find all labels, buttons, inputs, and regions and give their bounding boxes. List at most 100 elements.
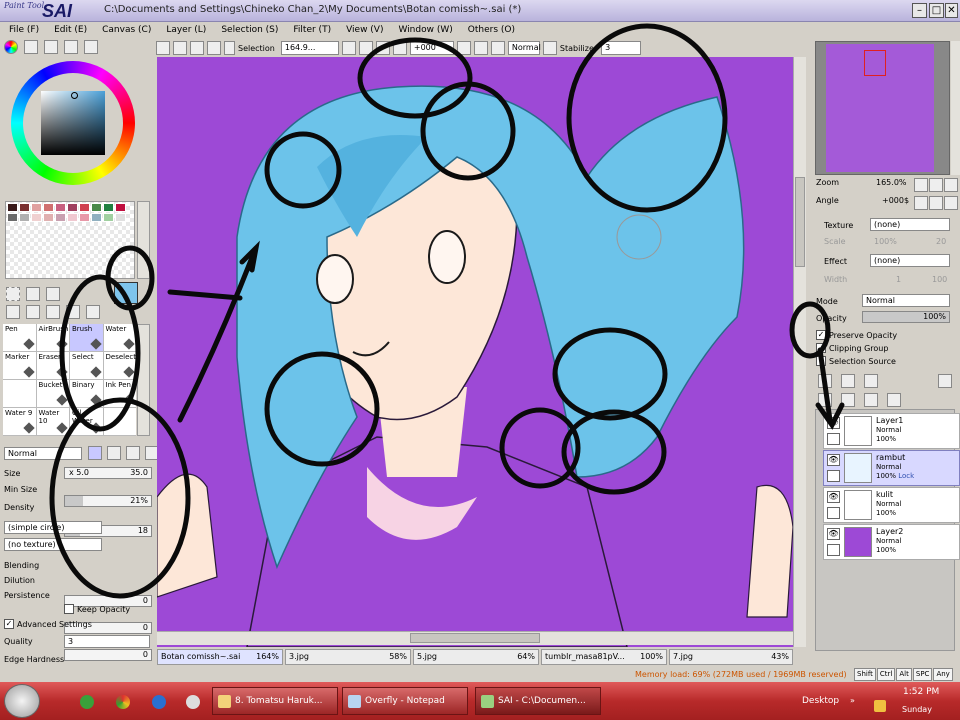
task-media-player[interactable]: 8. Tomatsu Haruk... [212,687,338,715]
vertical-scroll-thumb[interactable] [795,177,805,267]
brush-mode-select[interactable]: Normal [4,447,82,460]
nav-rotate-reset-icon[interactable] [944,196,958,210]
color-swatch[interactable] [19,203,30,212]
navigator-scrollbar[interactable] [951,41,960,175]
document-tab[interactable]: Botan comissh~.sai 164% [157,649,283,665]
nav-rotate-left-icon[interactable] [914,196,928,210]
color-picker-handle[interactable] [71,92,78,99]
brush-tool-slot[interactable]: Deselect [103,352,136,379]
edge-medium-icon[interactable] [107,446,121,460]
zoom-field[interactable]: 164.9... [280,41,339,55]
color-wheel[interactable] [11,61,135,185]
document-tab[interactable]: 5.jpg 64% [413,649,539,665]
layer-select-checkbox[interactable] [827,544,840,556]
stabilizer-select[interactable]: 3 [601,41,642,55]
canvas-horizontal-scrollbar[interactable] [157,631,793,645]
new-linework-layer-icon[interactable] [841,374,855,388]
rotate-left-icon[interactable] [456,41,471,55]
saturation-value-square[interactable] [41,91,105,155]
quicklaunch-icon[interactable] [186,695,200,709]
texture-select[interactable]: (none) [870,218,950,231]
preserve-opacity-checkbox[interactable]: ✓ [816,330,826,340]
advanced-checkbox[interactable]: ✓ [4,619,14,629]
layer-select-checkbox[interactable] [827,507,840,519]
modifier-key[interactable]: Shift [854,668,876,681]
merge-down-icon[interactable] [841,393,855,407]
blend-mode-field[interactable]: Normal [507,41,541,55]
effect-select[interactable]: (none) [870,254,950,267]
chrome-icon[interactable] [116,695,130,709]
transfer-down-icon[interactable] [818,393,832,407]
swatches-tab-icon[interactable] [64,40,78,54]
selection-checkbox[interactable] [224,41,235,55]
hsv-slider-tab-icon[interactable] [44,40,58,54]
tray-chevron-icon[interactable]: » [850,696,855,705]
flip-icon[interactable] [542,41,557,55]
color-swatch[interactable] [91,213,102,222]
new-folder-icon[interactable] [864,374,878,388]
color-swatch[interactable] [55,203,66,212]
brush-tool-slot[interactable]: Select [70,352,103,379]
modifier-key[interactable]: Alt [896,668,912,681]
layer-select-checkbox[interactable] [827,433,840,445]
zoom-reset-icon[interactable] [375,41,390,55]
brush-texture-select[interactable]: (no texture) [4,538,102,551]
start-button[interactable] [4,684,40,718]
magic-wand-icon[interactable] [46,287,60,301]
brush-tool-slot[interactable]: Water [103,324,136,351]
layer-row[interactable]: 👁 Layer1 Normal 100% [823,413,960,449]
advanced-settings-row[interactable]: ✓ Advanced Settings [4,619,92,629]
color-swatch[interactable] [115,213,126,222]
brush-tool-slot[interactable]: Water 10 [36,408,69,435]
rgb-slider-tab-icon[interactable] [24,40,38,54]
menu-window[interactable]: Window (W) [398,25,452,35]
volume-icon[interactable] [874,700,886,712]
skype-icon[interactable] [80,695,94,709]
clipping-group-row[interactable]: Clipping Group [816,343,888,353]
zoom-out-icon[interactable] [341,41,356,55]
color-swatch[interactable] [103,203,114,212]
layer-visibility-eye-icon[interactable]: 👁 [827,454,840,466]
rect-select-icon[interactable] [6,287,20,301]
size-slider[interactable]: x 5.0 35.0 [64,467,152,479]
navigator-preview[interactable] [815,41,950,175]
edge-soft-icon[interactable] [126,446,140,460]
color-swatch[interactable] [79,203,90,212]
rotate-icon[interactable] [392,41,407,55]
layer-select-checkbox[interactable] [827,470,840,482]
layer-row[interactable]: 👁 rambut Normal 100% Lock [823,450,960,486]
color-swatch[interactable] [79,213,90,222]
color-swatch[interactable] [7,213,18,222]
nav-zoom-out-icon[interactable] [914,178,928,192]
brush-tool-slot[interactable]: Binary [70,380,103,407]
nav-zoom-in-icon[interactable] [929,178,943,192]
redo-icon[interactable] [173,41,187,55]
color-wheel-tab-icon[interactable] [4,40,18,54]
layer-opacity-slider[interactable]: 100% [862,311,950,323]
navigator-viewport[interactable] [864,50,886,76]
layer-row[interactable]: 👁 kulit Normal 100% [823,487,960,523]
menu-filter[interactable]: Filter (T) [293,25,331,35]
menu-others[interactable]: Others (O) [468,25,515,35]
edge-hard-icon[interactable] [88,446,102,460]
swatch-grid[interactable] [5,201,135,279]
zoom-tool-icon[interactable] [26,305,40,319]
task-notepad[interactable]: Overfly - Notepad [342,687,468,715]
clock-time[interactable]: 1:52 PM [903,687,939,697]
preserve-opacity-row[interactable]: ✓ Preserve Opacity [816,330,897,340]
new-layer-icon[interactable] [818,374,832,388]
eyedropper-icon[interactable] [86,305,100,319]
clipping-group-checkbox[interactable] [816,343,826,353]
modifier-key[interactable]: SPC [912,668,933,681]
color-swatch[interactable] [115,203,126,212]
brush-tool-slot[interactable]: Marker [3,352,36,379]
brush-tool-slot[interactable]: Pen [3,324,36,351]
tool-grid-scrollbar[interactable] [137,324,150,436]
color-swatch[interactable] [67,213,78,222]
deselect-icon[interactable] [190,41,204,55]
brush-tool-slot[interactable]: Brush [70,324,103,351]
delete-layer-icon[interactable] [887,393,901,407]
rotation-field[interactable]: +000 [409,41,454,55]
color-swatch[interactable] [55,213,66,222]
nav-rotate-right-icon[interactable] [929,196,943,210]
